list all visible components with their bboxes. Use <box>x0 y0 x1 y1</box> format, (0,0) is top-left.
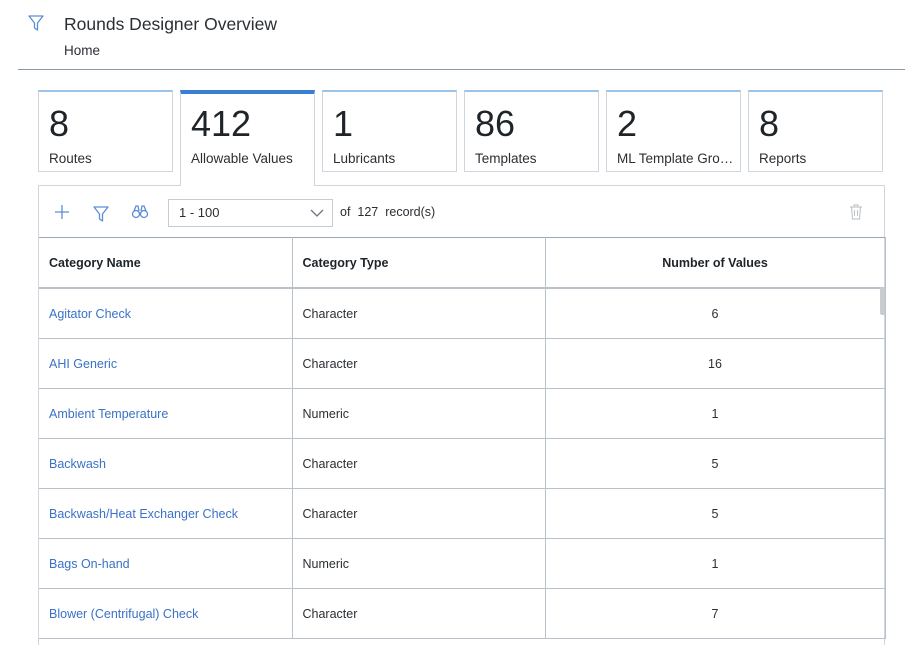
number-of-values-cell: 1 <box>544 538 886 589</box>
table-row: Ambient Temperature Numeric 1 <box>39 388 886 439</box>
tile-label: ML Template Grou... <box>617 151 735 166</box>
table-scrollbar[interactable] <box>880 287 885 315</box>
tile-count: 8 <box>759 103 780 144</box>
table-row: AHI Generic Character 16 <box>39 338 886 389</box>
category-name-link[interactable]: Bags On-hand <box>39 538 293 589</box>
table-header-row: Category Name Category Type Number of Va… <box>39 237 886 289</box>
tile-templates[interactable]: 86 Templates <box>464 90 599 172</box>
category-name-link[interactable]: Backwash/Heat Exchanger Check <box>39 488 293 539</box>
number-of-values-cell: 5 <box>544 488 886 539</box>
table-row: Bags On-hand Numeric 1 <box>39 538 886 589</box>
category-type-cell: Numeric <box>291 538 546 589</box>
category-name-link[interactable]: Agitator Check <box>39 287 293 339</box>
category-type-cell: Character <box>291 488 546 539</box>
tile-label: Lubricants <box>333 151 396 166</box>
page-range-value: 1 - 100 <box>179 205 220 220</box>
page-range-select[interactable]: 1 - 100 <box>168 199 333 227</box>
category-type-cell: Character <box>291 438 546 489</box>
trash-icon[interactable] <box>848 203 864 221</box>
tile-count: 1 <box>333 103 354 144</box>
record-count-total: 127 <box>357 205 379 219</box>
allowable-values-table: Category Name Category Type Number of Va… <box>39 237 886 639</box>
category-name-link[interactable]: Backwash <box>39 438 293 489</box>
tile-label: Routes <box>49 151 92 166</box>
category-type-cell: Character <box>291 338 546 389</box>
category-type-cell: Character <box>291 287 546 339</box>
table-row: Backwash/Heat Exchanger Check Character … <box>39 488 886 539</box>
summary-tiles: 8 Routes 412 Allowable Values 1 Lubrican… <box>38 90 885 190</box>
tile-routes[interactable]: 8 Routes <box>38 90 173 172</box>
page-title: Rounds Designer Overview <box>64 14 278 34</box>
header-divider <box>18 69 905 70</box>
category-type-cell: Character <box>291 588 546 639</box>
tile-count: 412 <box>191 103 252 144</box>
tile-lubricants[interactable]: 1 Lubricants <box>322 90 457 172</box>
column-header-number-of-values[interactable]: Number of Values <box>544 237 886 289</box>
record-count: of 127 record(s) <box>340 205 435 219</box>
record-count-label: record(s) <box>385 205 436 219</box>
number-of-values-cell: 6 <box>544 287 886 339</box>
add-icon[interactable] <box>53 203 71 221</box>
tile-allowable-values[interactable]: 412 Allowable Values <box>180 90 315 186</box>
tile-reports[interactable]: 8 Reports <box>748 90 883 172</box>
category-name-link[interactable]: Ambient Temperature <box>39 388 293 439</box>
tile-count: 2 <box>617 103 638 144</box>
table-row: Backwash Character 5 <box>39 438 886 489</box>
filter-icon[interactable] <box>27 14 45 32</box>
tile-label: Templates <box>475 151 537 166</box>
table-row: Agitator Check Character 6 <box>39 287 886 339</box>
grid-toolbar: 1 - 100 of 127 record(s) <box>39 186 884 238</box>
tile-label: Allowable Values <box>191 151 293 166</box>
number-of-values-cell: 5 <box>544 438 886 489</box>
category-type-cell: Numeric <box>291 388 546 439</box>
breadcrumb-home[interactable]: Home <box>64 43 100 58</box>
column-header-category-name[interactable]: Category Name <box>39 237 293 289</box>
tile-ml-template-groups[interactable]: 2 ML Template Grou... <box>606 90 741 172</box>
tile-count: 8 <box>49 103 70 144</box>
number-of-values-cell: 7 <box>544 588 886 639</box>
allowable-values-panel: 1 - 100 of 127 record(s) Category Name C… <box>38 185 886 645</box>
filter-icon[interactable] <box>92 205 110 223</box>
tile-count: 86 <box>475 103 516 144</box>
table-row: Blower (Centrifugal) Check Character 7 <box>39 588 886 639</box>
binoculars-icon[interactable] <box>131 203 149 221</box>
number-of-values-cell: 1 <box>544 388 886 439</box>
column-header-category-type[interactable]: Category Type <box>291 237 546 289</box>
tile-label: Reports <box>759 151 807 166</box>
category-name-link[interactable]: Blower (Centrifugal) Check <box>39 588 293 639</box>
category-name-link[interactable]: AHI Generic <box>39 338 293 389</box>
chevron-down-icon <box>310 209 324 217</box>
record-count-of: of <box>340 205 351 219</box>
number-of-values-cell: 16 <box>544 338 886 389</box>
